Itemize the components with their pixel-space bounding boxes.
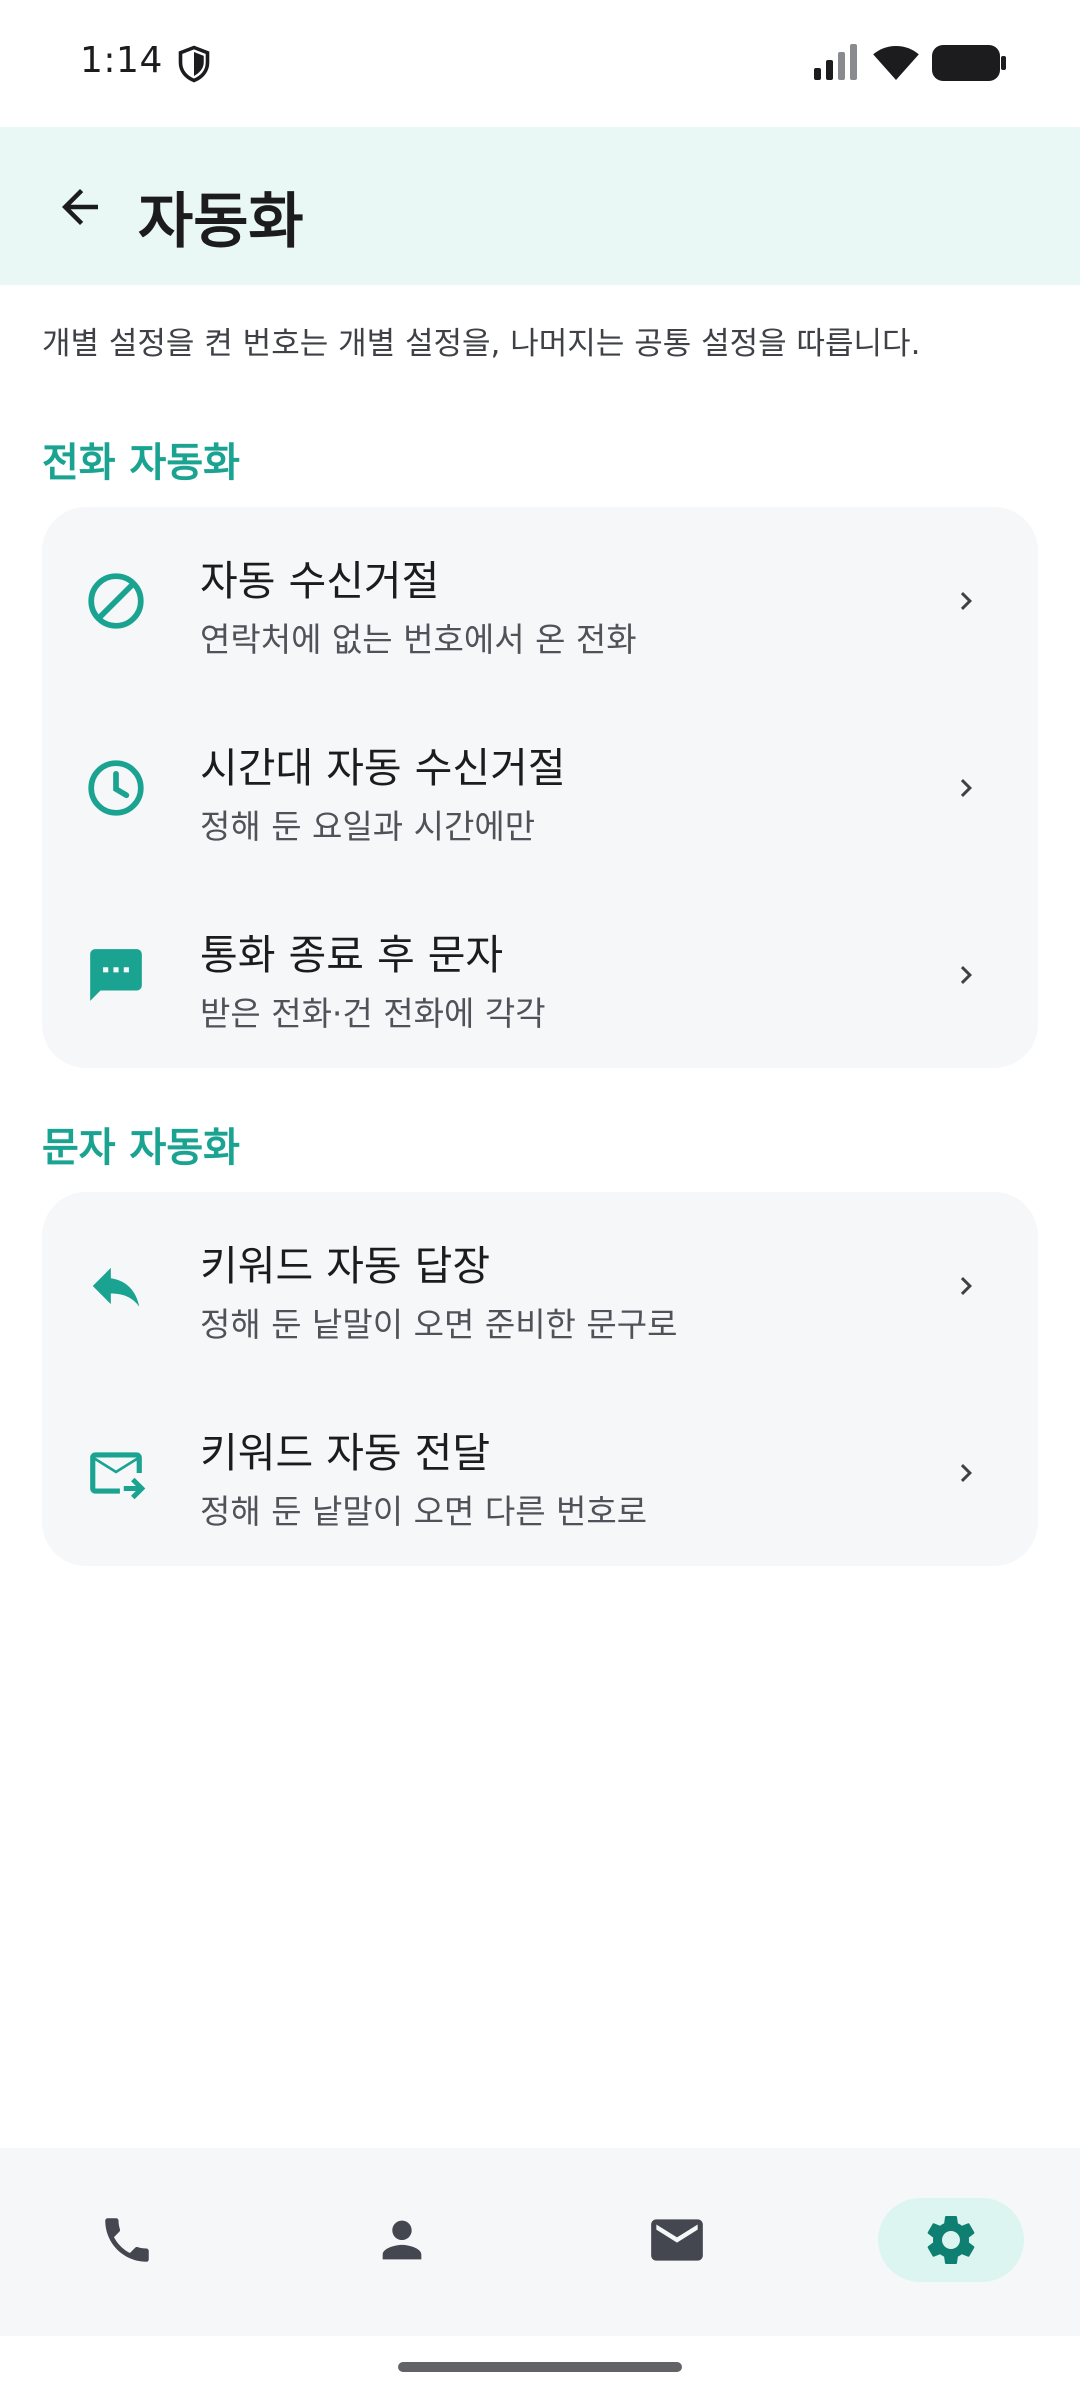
phone-icon bbox=[105, 2218, 149, 2262]
chevron-right-icon bbox=[946, 1453, 986, 1493]
cell-signal-icon bbox=[812, 44, 860, 84]
nav-settings[interactable] bbox=[878, 2198, 1024, 2282]
section-title-call-automation: 전화 자동화 bbox=[42, 440, 240, 486]
gesture-navigation-bar[interactable] bbox=[398, 2362, 682, 2372]
chevron-right-icon bbox=[946, 768, 986, 808]
battery-icon bbox=[932, 45, 1006, 85]
nav-phone[interactable] bbox=[54, 2198, 200, 2282]
item-subtitle: 연락처에 없는 번호에서 온 전화 bbox=[200, 620, 637, 659]
back-button[interactable] bbox=[36, 163, 124, 251]
shield-icon bbox=[176, 44, 212, 88]
chevron-right-icon bbox=[946, 955, 986, 995]
item-title: 키워드 자동 전달 bbox=[200, 1429, 491, 1477]
arrow-back-icon bbox=[62, 189, 98, 225]
keyword-auto-reply-item[interactable]: 키워드 자동 답장 정해 둔 낱말이 오면 준비한 문구로 bbox=[42, 1192, 1038, 1379]
status-bar: 1:14 bbox=[0, 0, 1080, 127]
forward-mail-icon bbox=[82, 1439, 150, 1507]
status-time: 1:14 bbox=[80, 40, 163, 81]
call-automation-card: 자동 수신거절 연락처에 없는 번호에서 온 전화 시간대 자동 수신거절 정해… bbox=[42, 507, 1038, 1068]
scheduled-reject-item[interactable]: 시간대 자동 수신거절 정해 둔 요일과 시간에만 bbox=[42, 694, 1038, 881]
keyword-auto-forward-item[interactable]: 키워드 자동 전달 정해 둔 낱말이 오면 다른 번호로 bbox=[42, 1379, 1038, 1566]
item-title: 시간대 자동 수신거절 bbox=[200, 744, 566, 792]
bottom-navigation bbox=[0, 2148, 1080, 2336]
item-title: 통화 종료 후 문자 bbox=[200, 931, 504, 979]
description-text: 개별 설정을 켠 번호는 개별 설정을, 나머지는 공통 설정을 따릅니다. bbox=[42, 326, 921, 362]
contacts-icon bbox=[382, 2220, 422, 2260]
item-subtitle: 정해 둔 낱말이 오면 준비한 문구로 bbox=[200, 1305, 678, 1344]
message-automation-card: 키워드 자동 답장 정해 둔 낱말이 오면 준비한 문구로 키워드 자동 전달 … bbox=[42, 1192, 1038, 1566]
page-title: 자동화 bbox=[138, 187, 304, 257]
nav-contacts[interactable] bbox=[329, 2198, 475, 2282]
block-icon bbox=[82, 567, 150, 635]
item-title: 자동 수신거절 bbox=[200, 557, 440, 605]
nav-messages[interactable] bbox=[604, 2198, 750, 2282]
app-bar: 자동화 bbox=[0, 127, 1080, 285]
wifi-icon bbox=[872, 42, 920, 86]
chevron-right-icon bbox=[946, 581, 986, 621]
section-title-message-automation: 문자 자동화 bbox=[42, 1125, 240, 1171]
post-call-message-item[interactable]: 통화 종료 후 문자 받은 전화·건 전화에 각각 bbox=[42, 881, 1038, 1068]
reply-icon bbox=[82, 1252, 150, 1320]
item-subtitle: 받은 전화·건 전화에 각각 bbox=[200, 994, 546, 1033]
sms-icon bbox=[82, 941, 150, 1009]
settings-icon bbox=[927, 2216, 975, 2264]
messages-icon bbox=[651, 2219, 703, 2261]
item-title: 키워드 자동 답장 bbox=[200, 1242, 491, 1290]
item-subtitle: 정해 둔 낱말이 오면 다른 번호로 bbox=[200, 1492, 648, 1531]
item-subtitle: 정해 둔 요일과 시간에만 bbox=[200, 807, 536, 846]
auto-reject-item[interactable]: 자동 수신거절 연락처에 없는 번호에서 온 전화 bbox=[42, 507, 1038, 694]
clock-icon bbox=[82, 754, 150, 822]
chevron-right-icon bbox=[946, 1266, 986, 1306]
